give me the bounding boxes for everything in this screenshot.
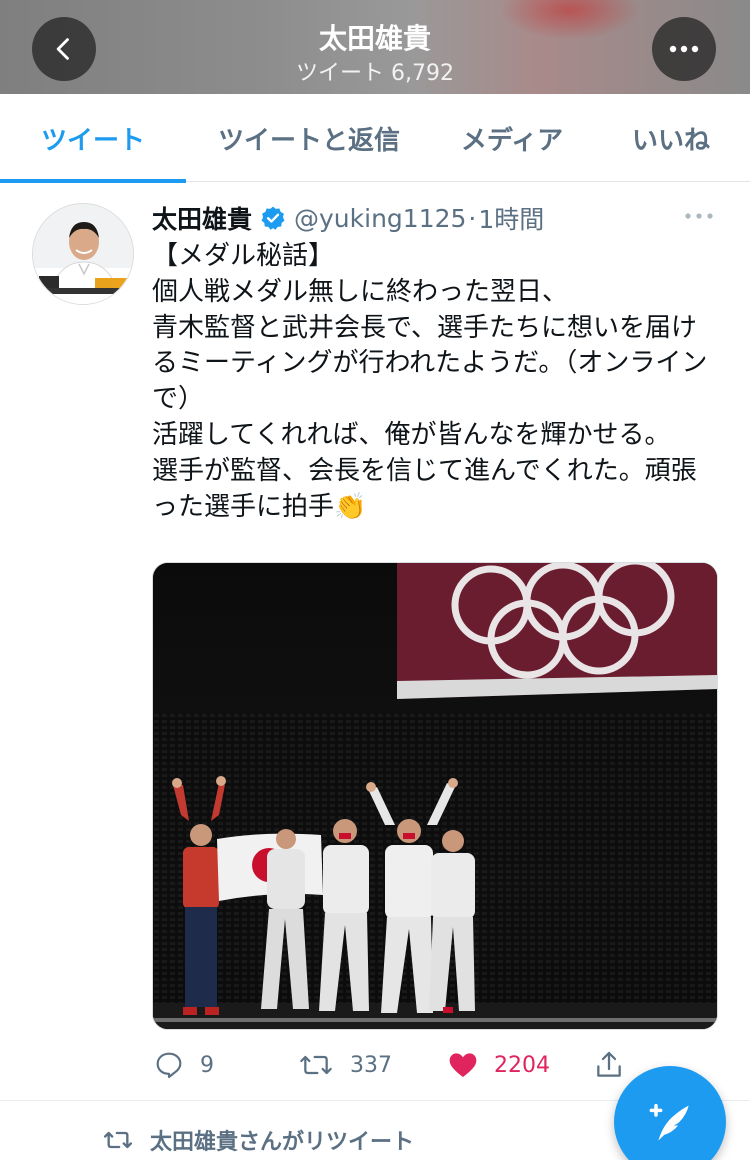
header-title: 太田雄貴 [318,22,431,55]
reply-button[interactable]: 9 [152,1045,214,1085]
retweet-button[interactable]: 337 [296,1045,392,1085]
share-button[interactable] [592,1045,626,1085]
verified-badge-icon [260,205,286,231]
share-icon [597,1051,621,1077]
ellipsis-icon [669,45,699,53]
like-count: 2204 [494,1052,550,1078]
retweet-icon [103,1131,132,1149]
retweet-icon [300,1055,332,1075]
more-button[interactable] [652,17,716,81]
tab-likes[interactable]: いいね [592,94,750,182]
like-button[interactable]: 2204 [446,1045,550,1085]
tweet-text: 【メダル秘話】 個人戦メダル無しに終わった翌日、 青木監督と武井会長で、選手たち… [152,241,708,522]
compose-tweet-icon [649,1103,689,1141]
tweet[interactable]: 太田雄貴 @yuking1125 · 1時間 【メダル秘話】 個人戦メダル無しに… [0,183,750,1101]
profile-header: 太田雄貴 ツイート 6,792 [0,0,750,94]
avatar[interactable] [32,203,134,305]
tweet-photo[interactable] [152,562,718,1030]
ellipsis-icon [685,213,713,219]
author-name[interactable]: 太田雄貴 [152,200,252,236]
heart-filled-icon [449,1053,477,1077]
retweeted-by-label[interactable]: 太田雄貴さんがリツイート [150,1124,414,1156]
meta-separator: · [468,203,477,233]
tweet-header: 太田雄貴 @yuking1125 · 1時間 [152,201,722,235]
tab-tweets-and-replies[interactable]: ツイートと返信 [186,94,432,182]
reply-count: 9 [200,1052,214,1078]
header-tweet-count: ツイート 6,792 [296,61,454,86]
retweet-count: 337 [350,1052,392,1078]
tab-media[interactable]: メディア [432,94,592,182]
tweet-options-button[interactable] [684,205,714,224]
reply-icon [156,1052,182,1079]
retweeted-by-row: 太田雄貴さんがリツイート [100,1120,414,1160]
tweet-timestamp[interactable]: 1時間 [478,200,544,236]
tab-tweets[interactable]: ツイート [0,94,186,183]
profile-tabs: ツイート ツイートと返信 メディア いいね [0,94,750,183]
author-handle: @yuking1125 [294,203,467,233]
